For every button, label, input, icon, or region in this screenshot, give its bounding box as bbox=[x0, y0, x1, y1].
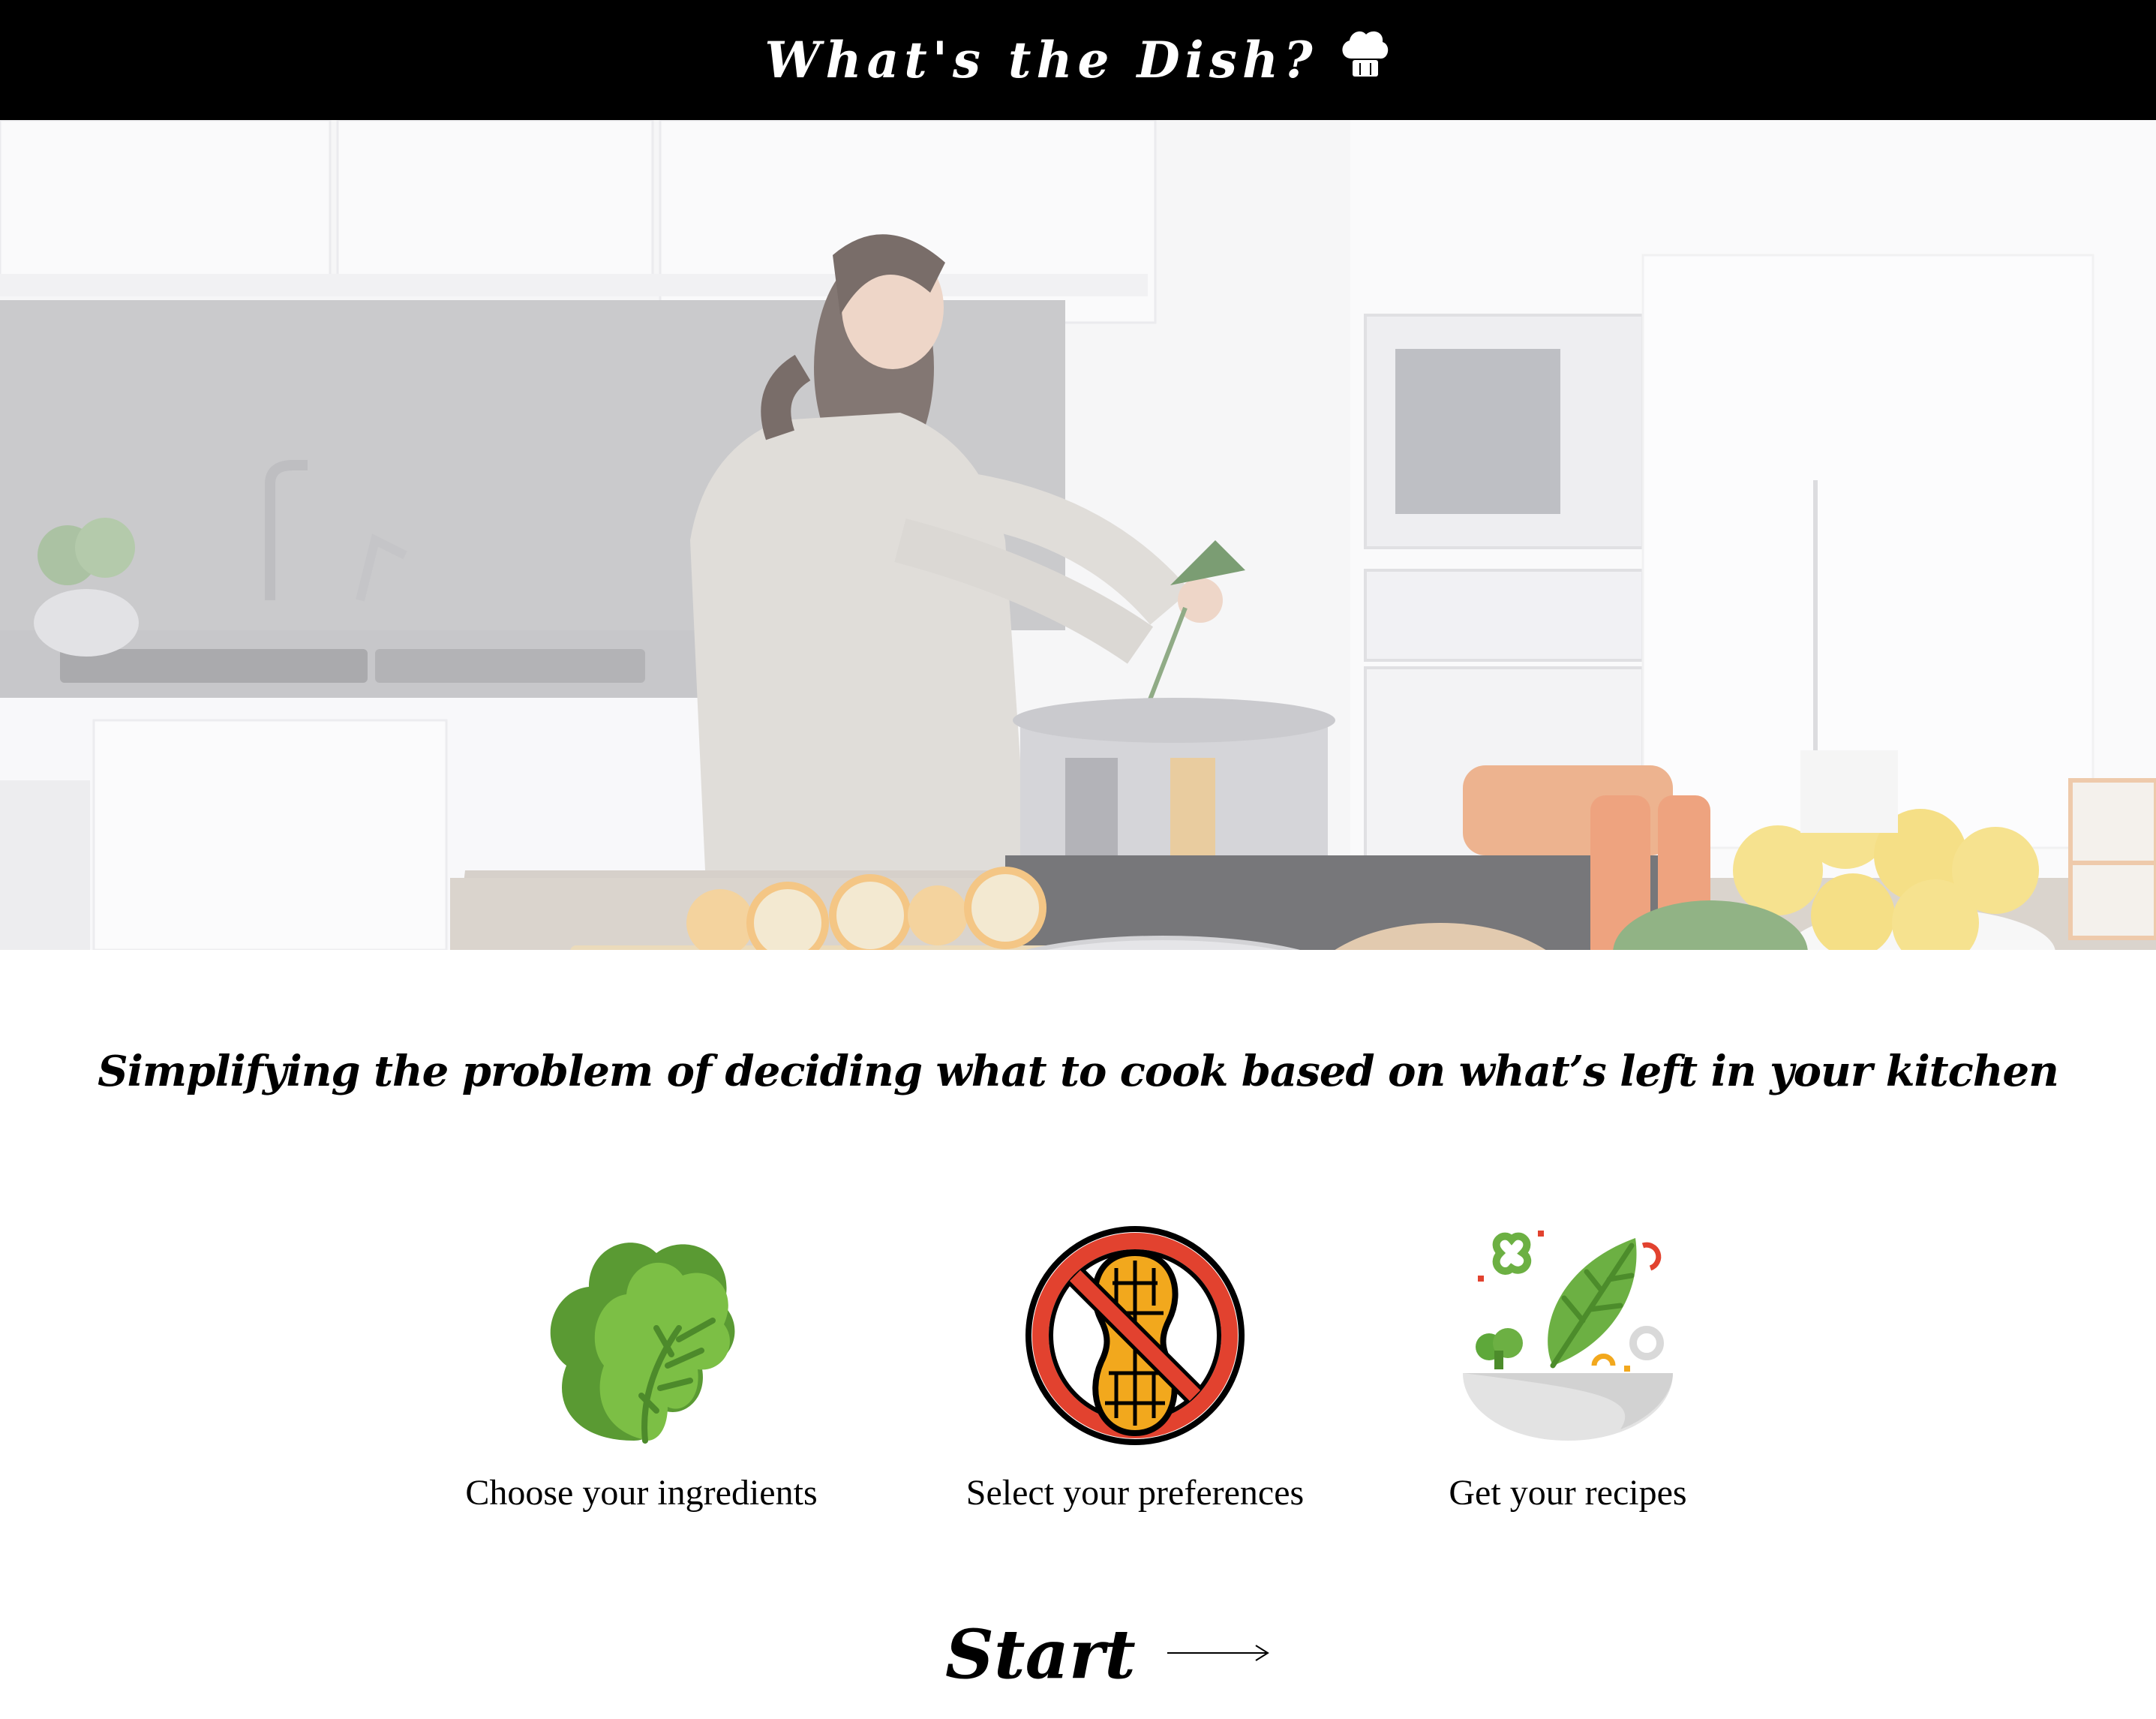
salad-bowl-icon bbox=[1448, 1216, 1688, 1456]
top-navbar: What's the Dish? bbox=[0, 0, 2156, 120]
tagline: Simplifying the problem of deciding what… bbox=[98, 1047, 2059, 1096]
feature-label: Choose your ingredients bbox=[465, 1473, 818, 1513]
feature-label: Select your preferences bbox=[965, 1473, 1305, 1513]
feature-select-preferences: Select your preferences bbox=[925, 1216, 1345, 1513]
start-button[interactable]: Start bbox=[945, 1613, 1269, 1696]
feature-get-recipes: Get your recipes bbox=[1358, 1216, 1778, 1513]
site-brand[interactable]: What's the Dish? bbox=[764, 29, 1391, 92]
no-peanut-icon bbox=[1015, 1216, 1255, 1456]
start-label: Start bbox=[945, 1615, 1136, 1694]
feature-choose-ingredients: Choose your ingredients bbox=[431, 1216, 851, 1513]
chef-hat-icon bbox=[1338, 29, 1392, 92]
feature-label: Get your recipes bbox=[1449, 1473, 1687, 1513]
hero-image bbox=[0, 120, 2156, 950]
site-title: What's the Dish? bbox=[764, 31, 1318, 89]
arrow-right-icon bbox=[1166, 1638, 1271, 1671]
lettuce-icon bbox=[521, 1216, 761, 1456]
